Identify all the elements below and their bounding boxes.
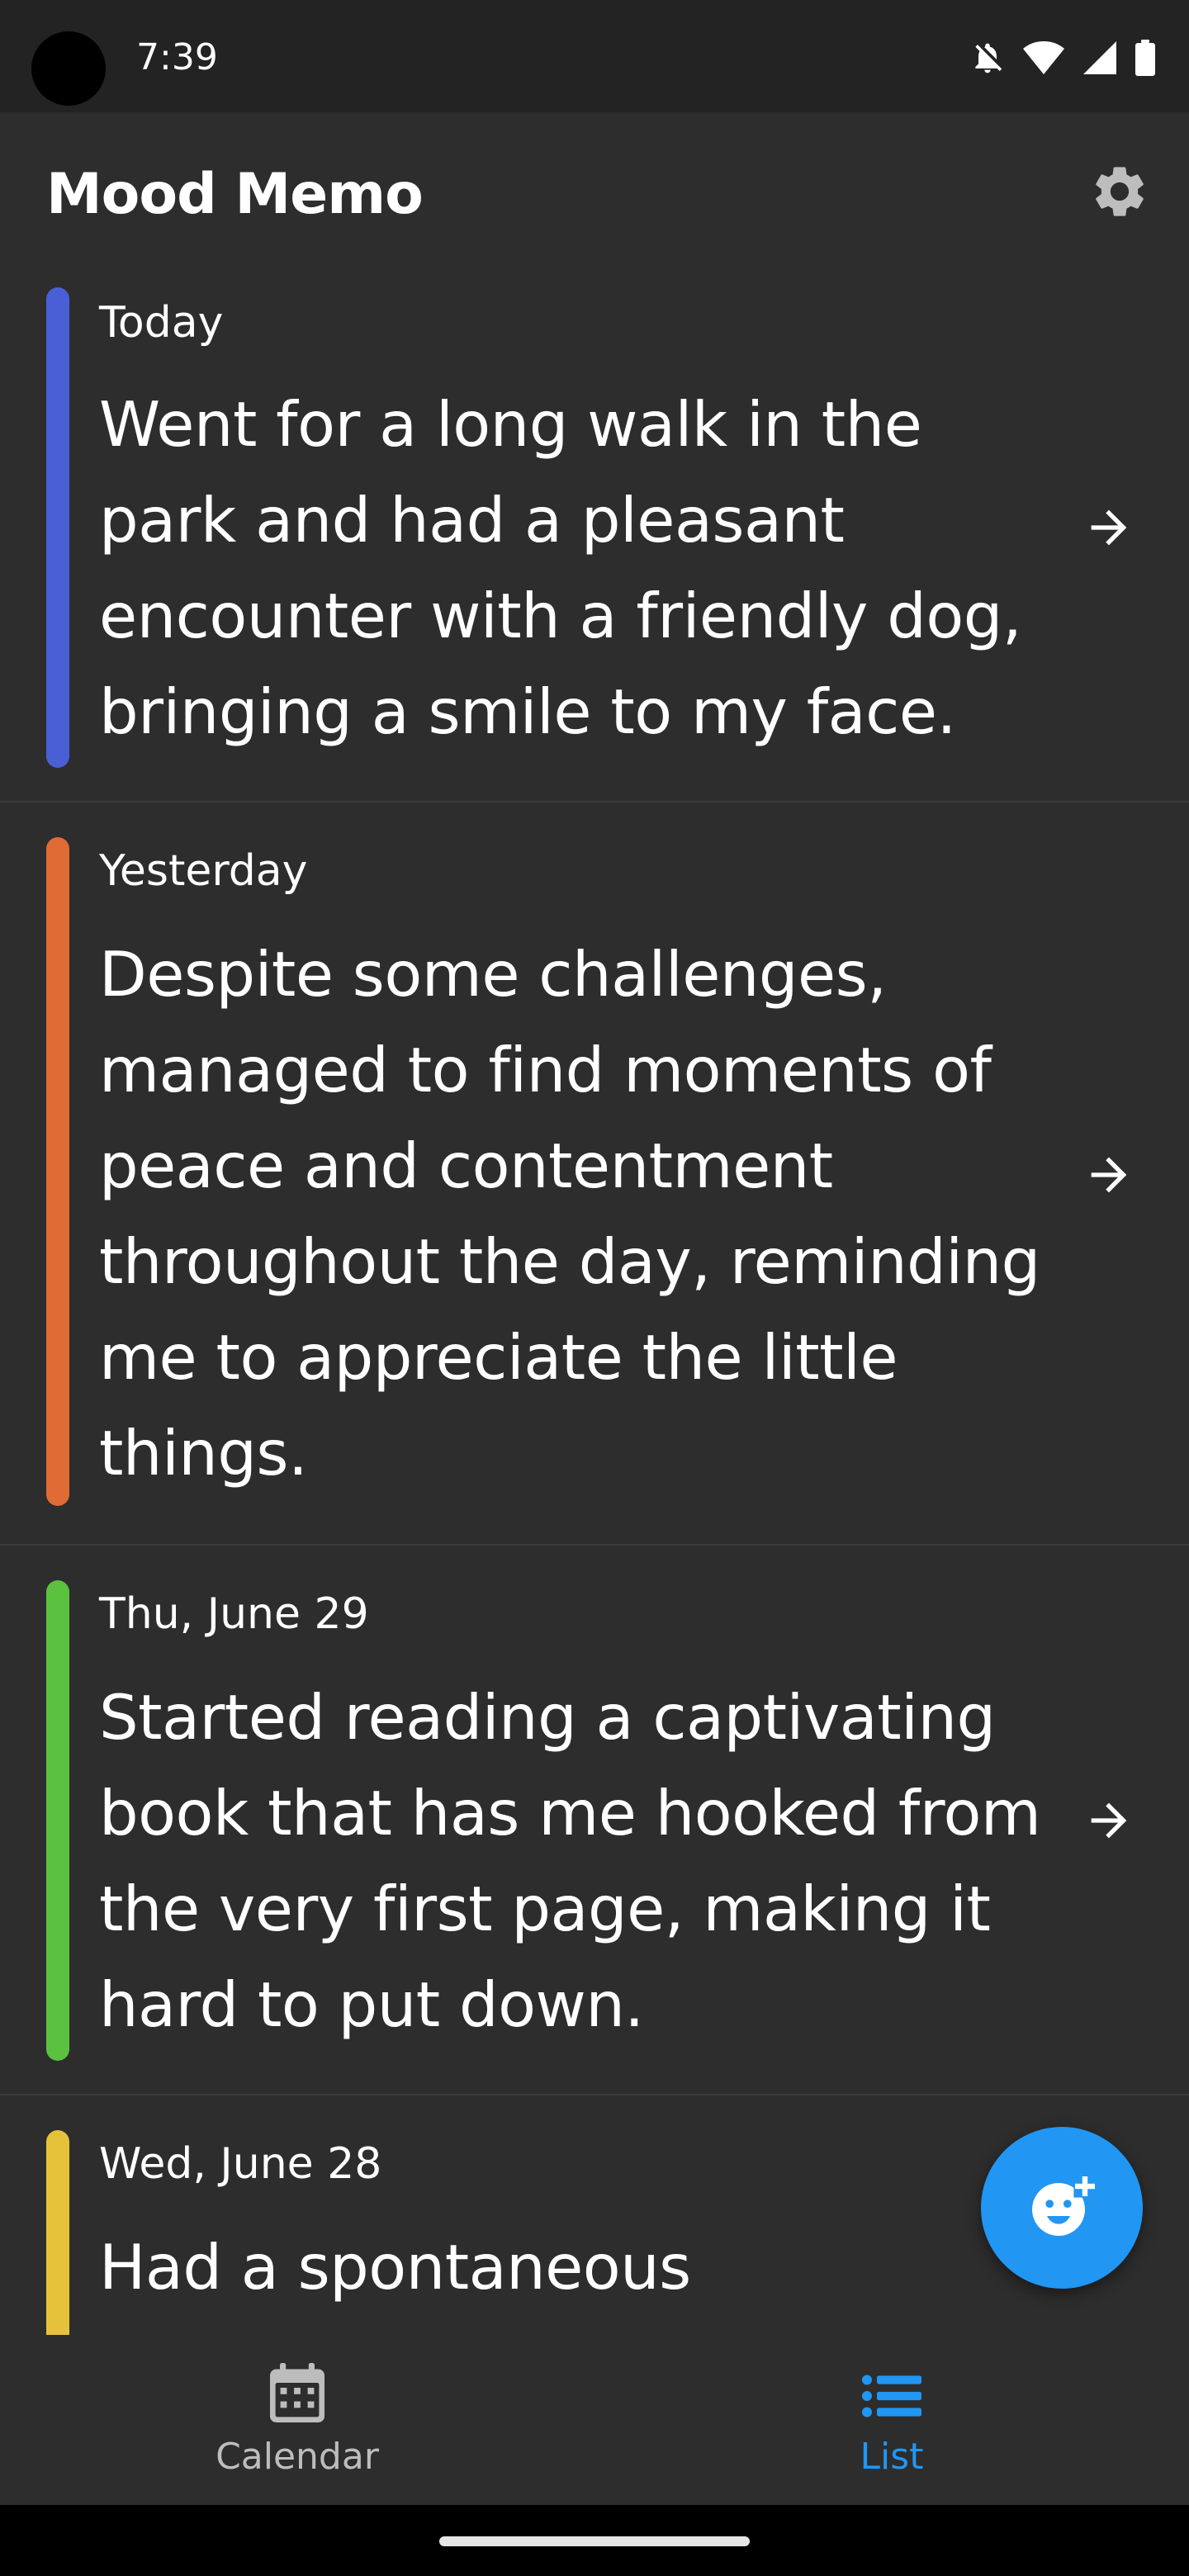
- mood-color-bar: [46, 2130, 69, 2335]
- arrow-forward-icon: [1080, 1146, 1138, 1204]
- entry-yesterday[interactable]: Yesterday Despite some challenges, manag…: [0, 803, 1189, 1546]
- entry-today[interactable]: Today Went for a long walk in the park a…: [0, 277, 1189, 803]
- nav-label-list: List: [860, 2436, 924, 2478]
- home-gesture-handle[interactable]: [439, 2536, 750, 2546]
- entry-thu-june-29[interactable]: Thu, June 29 Started reading a captivati…: [0, 1546, 1189, 2095]
- mood-color-bar: [46, 287, 69, 768]
- entry-date: Thu, June 29: [99, 1589, 369, 1639]
- nav-item-calendar[interactable]: Calendar: [0, 2335, 594, 2505]
- entry-date: Today: [99, 298, 224, 348]
- system-navigation-bar: [0, 2505, 1189, 2576]
- status-bar: 7:39: [0, 0, 1189, 112]
- app-bar: Mood Memo: [0, 112, 1189, 277]
- screen: 7:39 Mood Memo Today Went for a long wal…: [0, 0, 1189, 2576]
- signal-icon: [1082, 40, 1118, 76]
- wifi-icon: [1022, 40, 1065, 76]
- arrow-forward-icon: [1080, 1792, 1138, 1849]
- calendar-icon: [264, 2360, 330, 2426]
- battery-icon: [1135, 40, 1156, 76]
- entry-date: Yesterday: [99, 846, 308, 896]
- entry-text: Started reading a captivating book that …: [99, 1681, 1041, 2041]
- mood-color-bar: [46, 1580, 69, 2061]
- camera-cutout: [31, 31, 106, 106]
- nav-item-list[interactable]: List: [594, 2335, 1189, 2505]
- add-mood-button[interactable]: [981, 2127, 1143, 2289]
- notifications-off-icon: [969, 40, 1006, 76]
- entry-text: Had a spontaneous: [99, 2231, 691, 2304]
- entry-text: Despite some challenges, managed to find…: [99, 938, 1040, 1489]
- add-mood-icon: [1022, 2166, 1101, 2249]
- mood-color-bar: [46, 837, 69, 1506]
- arrow-forward-icon: [1080, 499, 1138, 556]
- status-time: 7:39: [136, 36, 218, 78]
- app-title: Mood Memo: [46, 162, 424, 227]
- entry-text: Went for a long walk in the park and had…: [99, 388, 1022, 748]
- nav-label-calendar: Calendar: [216, 2436, 379, 2478]
- gear-icon: [1089, 161, 1150, 225]
- bottom-navigation: Calendar List: [0, 2335, 1189, 2505]
- list-icon: [859, 2363, 925, 2429]
- entries-list: Today Went for a long walk in the park a…: [0, 277, 1189, 2335]
- status-icons: [969, 35, 1156, 81]
- entry-date: Wed, June 28: [99, 2139, 382, 2189]
- settings-button[interactable]: [1085, 159, 1154, 228]
